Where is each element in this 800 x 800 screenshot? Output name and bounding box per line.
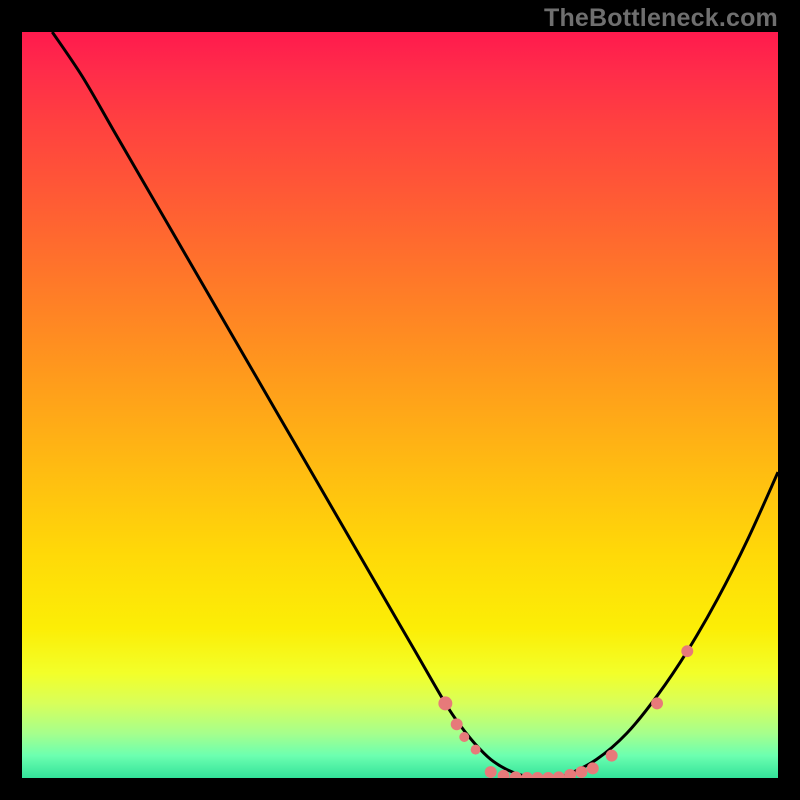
bottleneck-curve [52, 32, 778, 778]
marker-13 [575, 766, 587, 778]
marker-9 [532, 772, 544, 778]
plot-area [20, 30, 780, 780]
marker-17 [681, 645, 693, 657]
watermark-text: TheBottleneck.com [544, 4, 778, 33]
marker-11 [553, 771, 565, 778]
marker-4 [471, 745, 481, 755]
marker-2 [451, 718, 463, 730]
chart-svg [22, 32, 778, 778]
data-markers [438, 645, 693, 778]
marker-5 [485, 766, 497, 778]
marker-8 [521, 772, 533, 778]
marker-1 [438, 696, 452, 710]
marker-16 [651, 697, 663, 709]
chart-container: TheBottleneck.com [0, 0, 800, 800]
marker-15 [606, 750, 618, 762]
marker-14 [587, 762, 599, 774]
marker-10 [542, 772, 554, 778]
marker-3 [459, 732, 469, 742]
